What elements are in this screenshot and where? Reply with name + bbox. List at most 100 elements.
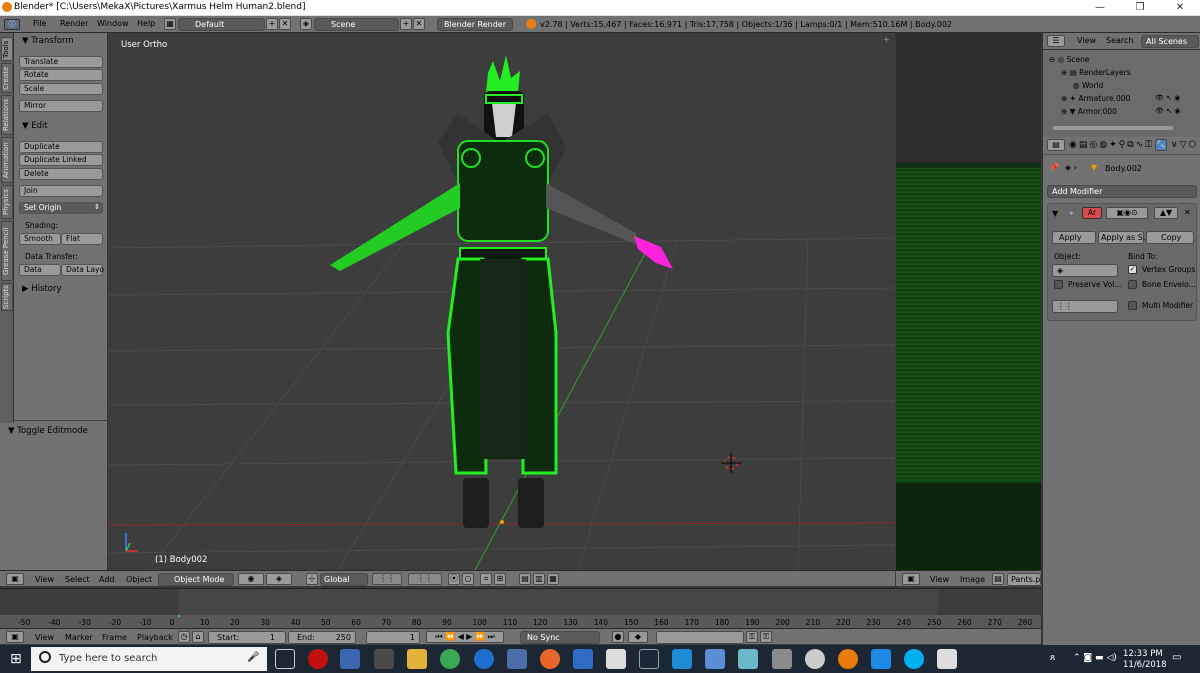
mail-icon[interactable] xyxy=(606,649,626,669)
duplicate-linked-button[interactable]: Duplicate Linked xyxy=(19,154,103,166)
view3d-menu-add[interactable]: Add xyxy=(99,575,115,584)
view3d-menu-view[interactable]: View xyxy=(35,575,54,584)
info-editor-icon[interactable]: ⓘ xyxy=(4,19,20,30)
keying-icon[interactable]: ◆ xyxy=(628,631,648,643)
menu-render[interactable]: Render xyxy=(60,19,88,28)
image-editor[interactable] xyxy=(896,33,1041,570)
join-button[interactable]: Join xyxy=(19,185,103,197)
microphone-icon[interactable]: 🎤 xyxy=(247,652,259,663)
pin-icon[interactable]: 📌 xyxy=(1049,163,1059,172)
view3d-menu-object[interactable]: Object xyxy=(126,575,152,584)
properties-context-icons-2[interactable]: ∨▽⬡ xyxy=(1171,140,1198,150)
image-menu-view[interactable]: View xyxy=(930,575,949,584)
layer-buttons-2[interactable]: ⋮⋮ xyxy=(408,573,442,585)
timeline-menu-frame[interactable]: Frame xyxy=(102,633,127,642)
data-transfer-button[interactable]: Data xyxy=(19,264,61,276)
tab-scripts[interactable]: Scripts xyxy=(1,283,13,311)
add-modifier-select[interactable]: Add Modifier xyxy=(1047,185,1197,198)
armature-object-field[interactable]: ◈ xyxy=(1052,264,1118,277)
opengl-render-icon[interactable]: ▤ xyxy=(519,573,531,585)
scene-icon[interactable]: ◈ xyxy=(300,18,312,30)
people-icon[interactable]: ጸ xyxy=(1050,653,1055,663)
windows-start-icon[interactable]: ⊞ xyxy=(10,651,26,667)
app-icon-5[interactable] xyxy=(672,649,692,669)
translate-button[interactable]: Translate xyxy=(19,56,103,68)
task-view-icon[interactable] xyxy=(275,649,295,669)
timeline-menu-playback[interactable]: Playback xyxy=(137,633,173,642)
data-layout-button[interactable]: Data Layo xyxy=(61,264,104,276)
playback-controls[interactable]: ⏮ ⏪ ◀ ▶ ⏩ ⏭ xyxy=(426,631,504,643)
outliner-item-scene[interactable]: ⊖ ◎ Scene xyxy=(1049,55,1089,64)
timeline-editor-icon[interactable]: ▣ xyxy=(6,631,24,643)
keying-set-field[interactable] xyxy=(656,631,744,644)
visibility-eye-icon-2[interactable]: 👁 ↖ ◉ xyxy=(1155,107,1180,115)
steam-icon[interactable] xyxy=(639,649,659,669)
app-icon-10[interactable] xyxy=(871,649,891,669)
firefox-icon[interactable] xyxy=(540,649,560,669)
apply-button[interactable]: Apply xyxy=(1052,231,1096,244)
tab-animation[interactable]: Animation xyxy=(1,137,13,183)
lock-range-icon[interactable]: ⌂ xyxy=(192,631,204,643)
mirror-button[interactable]: Mirror xyxy=(19,100,103,112)
modifier-name-field[interactable]: Ar xyxy=(1082,207,1102,219)
duplicate-button[interactable]: Duplicate xyxy=(19,141,103,153)
app-icon-2[interactable] xyxy=(374,649,394,669)
smooth-button[interactable]: Smooth xyxy=(19,233,61,245)
delete-keyframe-icon[interactable]: ⚿ xyxy=(760,631,772,643)
maximize-button[interactable]: ❐ xyxy=(1120,0,1160,16)
outliner-item-armature[interactable]: ⊕ ✦ Armature.000 xyxy=(1061,94,1130,103)
image-name-field[interactable]: Pants.p xyxy=(1007,573,1041,586)
start-frame-field[interactable]: Start: 1 xyxy=(208,631,286,644)
set-origin-select[interactable]: Set Origin xyxy=(19,202,103,214)
app-icon-6[interactable] xyxy=(705,649,725,669)
render-engine-select[interactable]: Blender Render xyxy=(437,18,513,31)
snap-target-icon[interactable]: ⊞ xyxy=(494,573,506,585)
apply-as-shape-button[interactable]: Apply as S.. xyxy=(1098,231,1148,244)
properties-editor-icon[interactable]: ▤ xyxy=(1047,139,1065,151)
manipulator-icon[interactable]: ⊹ xyxy=(306,573,318,585)
chrome-icon[interactable] xyxy=(440,649,460,669)
rotate-button[interactable]: Rotate xyxy=(19,69,103,81)
view3d-editor-icon[interactable]: ▣ xyxy=(6,573,24,585)
app-icon-1[interactable] xyxy=(340,649,360,669)
modifier-remove-icon[interactable]: ✕ xyxy=(1184,208,1191,217)
history-panel-header[interactable]: ▶ History xyxy=(22,284,112,298)
opera-icon[interactable] xyxy=(308,649,328,669)
layer-buttons[interactable]: ⋮⋮ xyxy=(372,573,402,585)
photos-icon[interactable] xyxy=(937,649,957,669)
action-center-icon[interactable]: ▭ xyxy=(1172,652,1181,663)
skype-icon[interactable] xyxy=(904,649,924,669)
record-icon[interactable]: ● xyxy=(612,631,624,643)
tray-icons[interactable]: ⌃ ◙ ▬ ◁) xyxy=(1073,653,1117,663)
scene-field[interactable]: Scene xyxy=(314,18,399,31)
modifier-move-icons[interactable]: ▲▼ xyxy=(1154,207,1178,219)
flat-button[interactable]: Flat xyxy=(61,233,103,245)
render-anim-icon[interactable]: ▥ xyxy=(533,573,545,585)
pivot-select[interactable]: ◈ xyxy=(266,573,292,585)
viewport-corner-icon[interactable]: + xyxy=(883,35,890,44)
app-icon-9[interactable] xyxy=(805,649,825,669)
collapse-icon[interactable]: ▼ xyxy=(1052,209,1058,218)
preview-range-icon[interactable]: ◷ xyxy=(178,631,190,643)
app-icon-3[interactable] xyxy=(474,649,494,669)
bone-envelopes-checkbox[interactable] xyxy=(1128,280,1137,289)
image-menu-image[interactable]: Image xyxy=(960,575,985,584)
visibility-eye-icon[interactable]: 👁 ↖ ◉ xyxy=(1155,94,1180,102)
current-frame-field[interactable]: 1 xyxy=(366,631,420,644)
vertex-groups-checkbox[interactable]: ✓ xyxy=(1128,265,1137,274)
insert-keyframe-icon[interactable]: ⚿ xyxy=(746,631,758,643)
toggle-editmode-header[interactable]: ▼ Toggle Editmode xyxy=(8,426,88,436)
outliner-menu-view[interactable]: View xyxy=(1077,36,1096,45)
timeline-menu-marker[interactable]: Marker xyxy=(65,633,93,642)
outliner-item-renderlayers[interactable]: ⊕ ▤ RenderLayers xyxy=(1061,68,1131,77)
minimize-button[interactable]: — xyxy=(1080,0,1120,16)
scale-button[interactable]: Scale xyxy=(19,83,103,95)
taskbar-search-box[interactable]: Type here to search 🎤 xyxy=(31,647,267,671)
vertex-group-field[interactable]: ⋮⋮ xyxy=(1052,300,1118,313)
blender-taskbar-icon[interactable] xyxy=(838,649,858,669)
modifier-tab-icon[interactable]: 🔧 xyxy=(1155,139,1167,151)
outliner-menu-search[interactable]: Search xyxy=(1106,36,1133,45)
add-layout-button[interactable]: + xyxy=(266,18,278,30)
remove-scene-button[interactable]: ✕ xyxy=(413,18,425,30)
tab-physics[interactable]: Physics xyxy=(1,185,13,219)
